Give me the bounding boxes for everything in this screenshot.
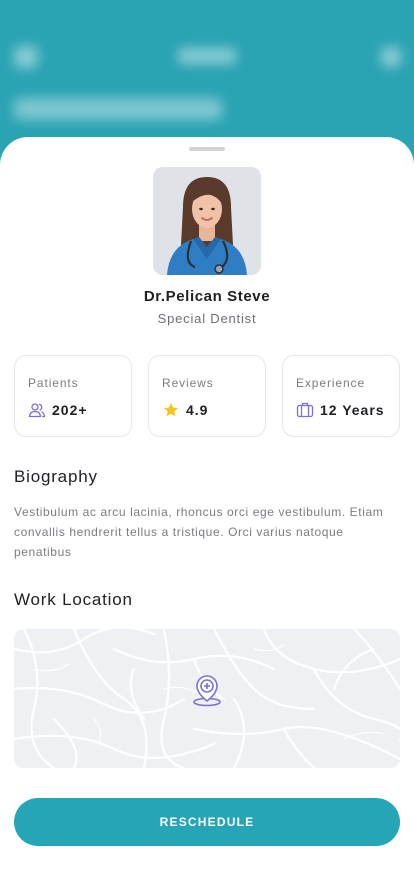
stat-label: Experience xyxy=(296,376,366,390)
biography-text: Vestibulum ac arcu lacinia, rhoncus orci… xyxy=(14,505,384,559)
star-icon xyxy=(162,401,180,419)
work-location-map[interactable] xyxy=(14,629,400,768)
reschedule-button[interactable]: RESCHEDULE xyxy=(14,798,400,846)
work-location-title: Work Location xyxy=(14,590,133,609)
stat-card-reviews: Reviews 4.9 xyxy=(148,355,266,437)
stat-label: Patients xyxy=(28,376,79,390)
sheet-drag-handle[interactable] xyxy=(189,147,225,151)
briefcase-icon xyxy=(296,401,314,419)
doctor-specialty: Special Dentist xyxy=(157,311,257,326)
menu-icon xyxy=(14,46,38,68)
stat-value: 4.9 xyxy=(186,402,209,418)
stat-card-experience: Experience 12 Years xyxy=(282,355,400,437)
doctor-detail-sheet: Dr.Pelican Steve Special Dentist Patient… xyxy=(0,137,414,896)
doctor-photo xyxy=(153,167,261,275)
clinic-location-pin-icon[interactable] xyxy=(190,673,224,707)
header-subtitle-placeholder xyxy=(14,98,222,120)
biography-title: Biography xyxy=(14,467,98,486)
people-icon xyxy=(28,401,46,419)
stat-value: 12 Years xyxy=(320,402,385,418)
header-action-icon xyxy=(380,46,402,68)
doctor-name: Dr.Pelican Steve xyxy=(143,288,271,305)
stat-label: Reviews xyxy=(162,376,214,390)
doctor-photo-illustration xyxy=(153,167,261,275)
stat-value: 202+ xyxy=(52,402,88,418)
stat-card-patients: Patients 202+ xyxy=(14,355,132,437)
header-title-placeholder xyxy=(178,48,236,64)
